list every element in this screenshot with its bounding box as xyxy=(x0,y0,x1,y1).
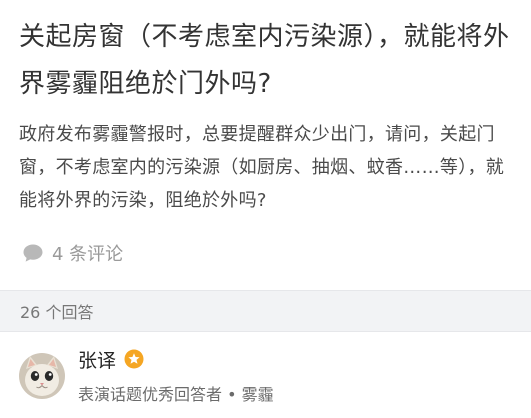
author-info: 张译 表演话题优秀回答者 • 雾霾 xyxy=(78,345,274,405)
comments-count-label: 4 条评论 xyxy=(52,244,124,265)
avatar[interactable] xyxy=(19,353,65,399)
answers-count-bar: 26 个回答 xyxy=(0,290,531,332)
answers-count-label: 26 个回答 xyxy=(20,303,94,322)
answer-author-block: 张译 表演话题优秀回答者 • 雾霾 xyxy=(19,345,274,405)
comment-bubble-icon xyxy=(22,243,44,263)
star-badge-icon[interactable] xyxy=(124,349,144,369)
author-description: 表演话题优秀回答者 • 雾霾 xyxy=(78,385,274,404)
author-line: 张译 xyxy=(78,345,274,373)
question-detail: 政府发布雾霾警报时，总要提醒群众少出门，请问，关起门窗，不考虑室内的污染源（如厨… xyxy=(19,124,505,211)
question-card: 关起房窗（不考虑室内污染源），就能将外界雾霾阻绝於门外吗? 政府发布雾霾警报时，… xyxy=(0,0,531,271)
question-title[interactable]: 关起房窗（不考虑室内污染源），就能将外界雾霾阻绝於门外吗? xyxy=(19,14,514,108)
author-name[interactable]: 张译 xyxy=(78,346,116,373)
comments-button[interactable]: 4 条评论 xyxy=(19,235,514,271)
